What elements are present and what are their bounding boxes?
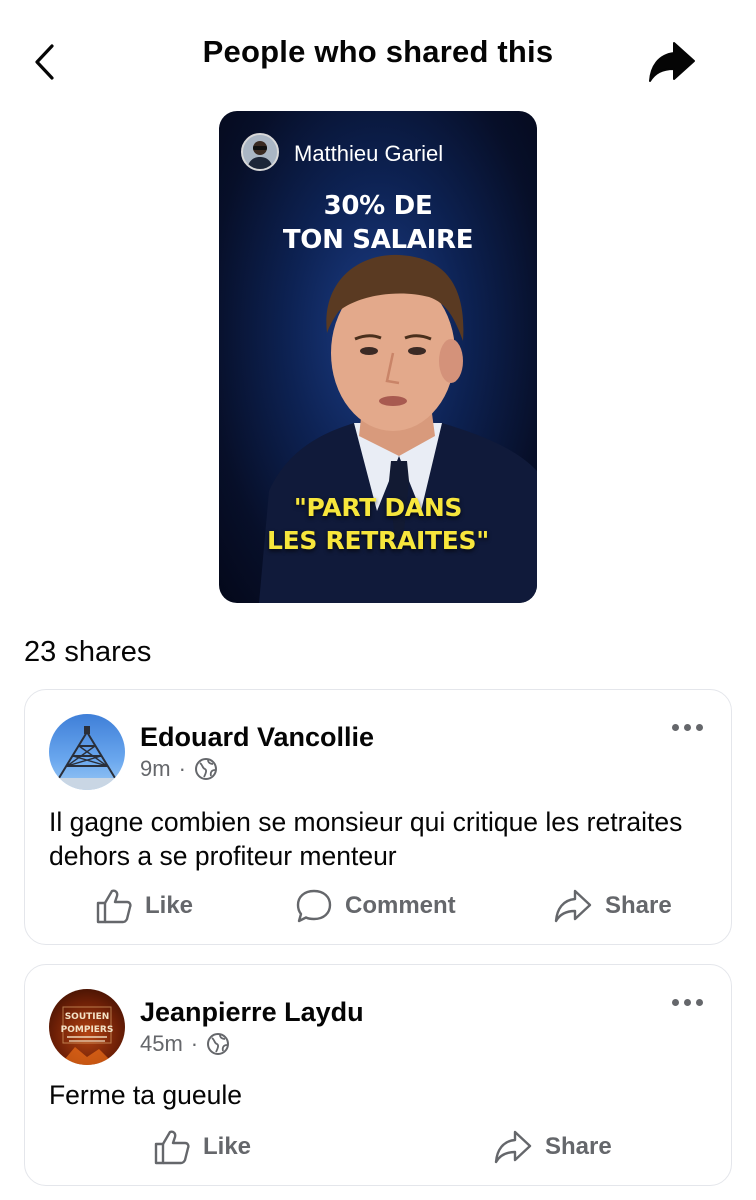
- avatar[interactable]: [49, 714, 125, 790]
- video-quote-line-2: LES RETRAITES": [267, 526, 489, 555]
- share-post-card: SOUTIEN POMPIERS Jeanpierre Laydu 45m · …: [24, 964, 732, 1186]
- share-label: Share: [605, 892, 672, 919]
- comment-button[interactable]: Comment: [295, 888, 456, 924]
- post-meta: 45m ·: [140, 1031, 230, 1057]
- like-button[interactable]: Like: [95, 888, 193, 924]
- video-quote: "PART DANS LES RETRAITES": [219, 491, 537, 557]
- post-text: Il gagne combien se monsieur qui critiqu…: [49, 807, 683, 871]
- post-author[interactable]: Edouard Vancollie: [140, 722, 374, 753]
- more-dot: [684, 999, 691, 1006]
- video-quote-line-1: "PART DANS: [293, 493, 463, 522]
- like-label: Like: [203, 1133, 252, 1160]
- video-author-name: Matthieu Gariel: [294, 141, 444, 166]
- thumbs-up-icon: [96, 889, 132, 924]
- like-button[interactable]: Like: [153, 1129, 251, 1165]
- thumbs-up-icon: [154, 1130, 190, 1165]
- post-meta: 9m ·: [140, 756, 218, 782]
- meta-separator: ·: [190, 1031, 199, 1056]
- post-time[interactable]: 45m: [140, 1031, 183, 1057]
- globe-icon: [207, 1033, 230, 1055]
- share-button[interactable]: [644, 40, 700, 84]
- video-author-avatar: [241, 133, 279, 171]
- more-dot: [696, 724, 703, 731]
- comment-bubble-icon: [296, 889, 332, 923]
- share-button[interactable]: Share: [553, 888, 672, 924]
- post-time[interactable]: 9m: [140, 756, 171, 782]
- more-dot: [684, 724, 691, 731]
- more-options-button[interactable]: [672, 724, 703, 731]
- avatar[interactable]: SOUTIEN POMPIERS: [49, 989, 125, 1065]
- more-dot: [672, 724, 679, 731]
- meta-separator: ·: [178, 756, 186, 781]
- shared-video-thumbnail[interactable]: Matthieu Gariel 30% DE TON SALAIRE "PART…: [219, 111, 537, 603]
- shares-count: 23 shares: [24, 636, 152, 668]
- post-author[interactable]: Jeanpierre Laydu: [140, 997, 364, 1028]
- more-options-button[interactable]: [672, 999, 703, 1006]
- avatar-text-soutien: SOUTIEN: [65, 1012, 110, 1022]
- more-dot: [672, 999, 679, 1006]
- share-post-card: Edouard Vancollie 9m · Il gagne combien …: [24, 689, 732, 945]
- video-headline-line-1: 30% DE: [323, 191, 433, 221]
- share-button[interactable]: Share: [493, 1129, 612, 1165]
- share-arrow-icon: [494, 1130, 532, 1164]
- share-arrow-icon: [649, 42, 695, 82]
- like-label: Like: [145, 892, 194, 919]
- globe-icon: [194, 758, 217, 780]
- post-text: Ferme ta gueule: [49, 1080, 242, 1110]
- more-dot: [696, 999, 703, 1006]
- page-title: People who shared this: [202, 34, 554, 69]
- share-arrow-icon: [554, 889, 592, 923]
- comment-label: Comment: [345, 892, 456, 919]
- header: People who shared this: [0, 0, 756, 110]
- avatar-text-pompiers: POMPIERS: [61, 1025, 114, 1035]
- share-label: Share: [545, 1133, 612, 1160]
